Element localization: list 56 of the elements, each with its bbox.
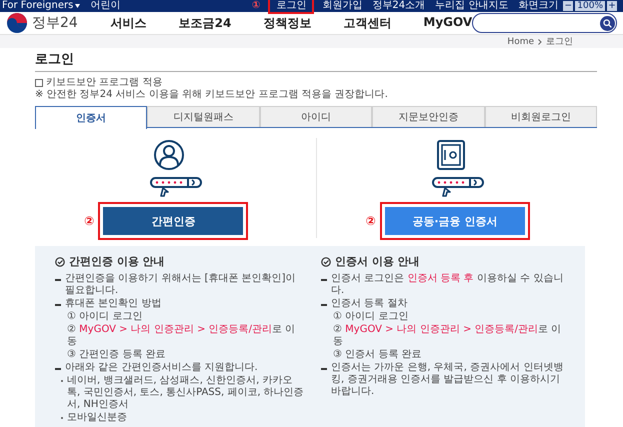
guide-text: 간편인증을 이용하기 위해서는 [휴대폰 본인확인]이 필요합니다. [65,273,297,297]
guide-text: 인증서 등록 절차 [331,298,408,310]
guide-text: 네이버, 뱅크샐러드, 삼성패스, 신한인증서, 카카오톡, 국민인증서, 토스, 통신사PASS, 페이코, 하나인증서, NH인증서 [67,375,305,411]
guide-title: 간편인증 이용 안내 [69,254,165,269]
guide-text: ② MyGOV > 나의 인증관리 > 인증등록/관리로 이동 [67,324,296,348]
font-size-label: 화면크기 [518,0,558,12]
annotation-marker: ① [252,0,260,12]
top-link[interactable]: 로그인 [270,0,312,12]
logo-icon [6,12,28,34]
login-tab[interactable]: 디지털원패스 [147,106,260,127]
nav-item[interactable]: 고객센터 [343,14,392,32]
search-field[interactable] [472,13,617,33]
top-link[interactable]: For Foreigners [2,0,80,12]
checkbox-label: 키보드보안 프로그램 적용 [46,77,162,89]
login-tab[interactable]: 지문보안인증 [372,106,485,127]
top-link[interactable]: 정부24소개 [372,0,426,12]
logo-text[interactable]: 정부24 [32,14,78,32]
zoom-out-button[interactable]: − [563,1,574,11]
search-icon [603,18,612,28]
chevron-icon [538,38,542,44]
nav-item[interactable]: MyGOV [423,14,472,32]
search-button[interactable] [600,16,615,30]
guide-text: 아래와 같은 간편인증서비스를 지원합니다. [65,362,258,374]
annotation-marker: ② [366,214,376,228]
breadcrumb-item[interactable]: Home [507,36,534,46]
top-link[interactable]: 회원가입 [322,0,362,12]
login-button[interactable]: 간편인증 [100,204,246,238]
zoom-value: 100% [575,1,605,11]
check-circle-icon [55,256,65,266]
zoom-in-button[interactable]: + [607,1,617,11]
login-button[interactable]: 공동·금융 인증서 [382,204,528,238]
guide-text: ③ 간편인증 등록 완료 [67,349,166,361]
guide-text: ② MyGOV > 나의 인증관리 > 인증등록/관리로 이동 [333,324,562,348]
page-title: 로그인 [35,50,597,72]
guide-text: 인증서는 가까운 은행, 우체국, 증권사에서 인터넷뱅킹, 증권거래용 인증서를 발급받으신 후 이용하시기 바랍니다. [331,362,564,398]
login-tab[interactable]: 비회원로그인 [484,106,597,127]
nav-item[interactable]: 정책정보 [263,14,312,32]
annotation-marker: ② [84,214,94,228]
guide-text: ③ 인증서 등록 완료 [333,349,422,361]
guide-text: 모바일신분증 [67,412,127,424]
check-circle-icon [321,256,331,266]
guide-text: 인증서 로그인은 인증서 등록 후 이용하실 수 있습니다. [331,273,564,297]
login-tab[interactable]: 아이디 [260,106,372,127]
guide-text: 휴대폰 본인확인 방법 [65,298,162,310]
breadcrumb-item: 로그인 [546,36,573,48]
guide-text: ① 아이디 로그인 [333,311,408,323]
top-link[interactable]: 누리집 안내지도 [435,0,508,12]
nav-item[interactable]: 보조금24 [178,14,232,32]
caret-icon [75,4,80,8]
guide-title: 인증서 이용 안내 [335,254,420,269]
guide-text: ① 아이디 로그인 [67,311,142,323]
checkbox[interactable] [35,79,43,87]
login-tab[interactable]: 인증서 [35,106,148,128]
top-link[interactable]: 어린이 [90,0,120,12]
nav-item[interactable]: 서비스 [110,14,147,32]
notice-text: ※ 안전한 정부24 서비스 이용을 위해 키보드보안 프로그램 적용을 권장합니다. [35,89,389,101]
